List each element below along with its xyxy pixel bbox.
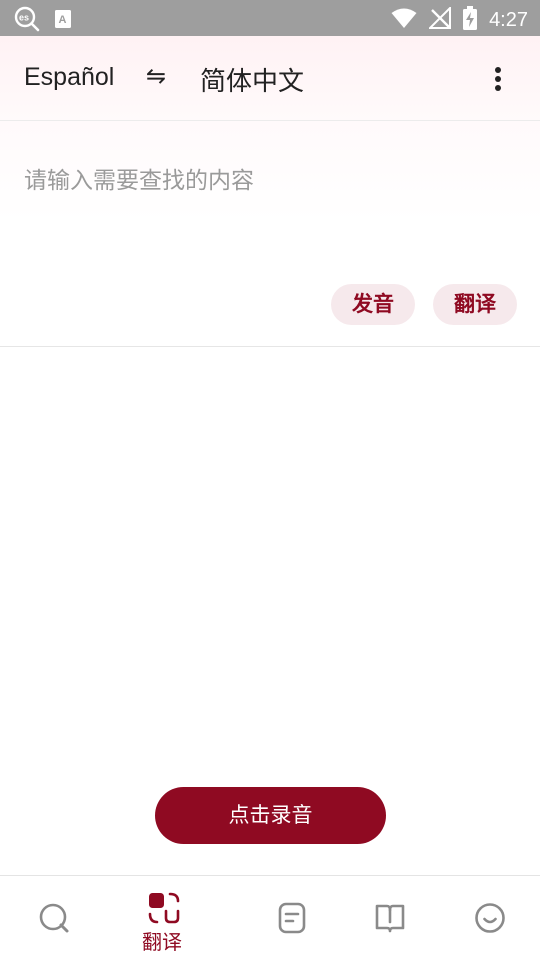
nav-item-translate-label: 翻译: [142, 930, 182, 954]
speak-button[interactable]: 发音: [331, 284, 415, 325]
svg-text:es: es: [19, 13, 29, 23]
note-icon: [278, 902, 306, 934]
svg-text:A: A: [59, 14, 67, 26]
nav-item-profile[interactable]: [432, 876, 540, 961]
target-language-selector[interactable]: 简体中文: [200, 61, 304, 98]
status-time: 4:27: [489, 9, 528, 31]
battery-charging-icon: [463, 6, 478, 34]
nav-item-translate[interactable]: 翻译: [108, 876, 216, 961]
nav-item-dictionary[interactable]: [324, 876, 432, 961]
translate-scan-icon: [148, 892, 180, 924]
nav-item-notes[interactable]: [216, 876, 324, 961]
input-placeholder[interactable]: 请输入需要查找的内容: [24, 161, 254, 195]
book-icon: [375, 904, 405, 933]
font-a-icon: A: [54, 9, 72, 33]
translation-input-area[interactable]: 请输入需要查找的内容 发音 翻译: [0, 121, 540, 347]
source-language-selector[interactable]: Español: [24, 63, 114, 92]
more-vertical-icon[interactable]: [484, 66, 512, 94]
nav-item-search[interactable]: [0, 876, 108, 961]
wifi-icon: [391, 7, 417, 33]
swap-languages-icon[interactable]: ⇋: [146, 62, 166, 90]
translate-button[interactable]: 翻译: [433, 284, 517, 325]
bottom-nav: 翻译: [0, 875, 540, 961]
search-icon: [39, 903, 69, 933]
record-button[interactable]: 点击录音: [155, 787, 386, 844]
es-search-icon: es: [14, 6, 40, 36]
smile-icon: [475, 903, 505, 933]
status-bar: es A 4:27: [0, 0, 540, 36]
language-header: Español ⇋ 简体中文: [0, 36, 540, 121]
no-signal-icon: [427, 5, 452, 33]
